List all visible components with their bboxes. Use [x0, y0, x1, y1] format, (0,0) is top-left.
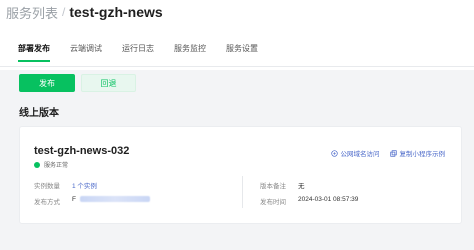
- page-title: test-gzh-news: [69, 4, 163, 20]
- version-card: test-gzh-news-032 服务正常 公网域名访问 复制小程序示例 实例…: [19, 126, 462, 224]
- public-domain-label: 公网域名访问: [340, 151, 380, 158]
- breadcrumb: 服务列表 / test-gzh-news: [6, 2, 474, 22]
- status-text: 服务正常: [44, 163, 69, 169]
- link-icon: [330, 149, 338, 157]
- instances-row: 实例数量 1 个实例: [34, 180, 97, 190]
- tab-cloud-debug[interactable]: 云端调试: [70, 43, 102, 54]
- copy-mini-program-label: 复制小程序示例: [399, 151, 446, 158]
- tab-bar: 部署发布 云端调试 运行日志 服务监控 服务设置: [18, 38, 278, 62]
- tab-deploy[interactable]: 部署发布: [18, 43, 50, 62]
- publish-button[interactable]: 发布: [19, 74, 75, 92]
- copy-icon: [389, 149, 397, 157]
- remark-value: 无: [298, 183, 305, 190]
- status-dot-icon: [34, 161, 40, 168]
- card-divider: [242, 176, 243, 208]
- instances-label: 实例数量: [34, 183, 60, 190]
- tab-logs[interactable]: 运行日志: [122, 43, 154, 54]
- breadcrumb-separator: /: [62, 5, 66, 19]
- rollback-button[interactable]: 回退: [81, 74, 136, 92]
- page: 服务列表 / test-gzh-news 部署发布 云端调试 运行日志 服务监控…: [0, 0, 474, 250]
- remark-label: 版本备注: [260, 183, 286, 190]
- card-links: 公网域名访问 复制小程序示例: [330, 148, 446, 158]
- version-name: test-gzh-news-032: [34, 145, 130, 157]
- time-row: 发布时间 2024-03-01 08:57:39: [260, 196, 358, 206]
- status-badge: 服务正常: [34, 160, 68, 169]
- time-label: 发布时间: [260, 199, 286, 206]
- breadcrumb-parent[interactable]: 服务列表: [6, 3, 58, 22]
- method-label: 发布方式: [34, 199, 60, 206]
- time-value: 2024-03-01 08:57:39: [298, 196, 359, 203]
- tab-divider: [0, 66, 474, 67]
- method-row: 发布方式 F: [34, 196, 150, 206]
- redacted-image-tag: [79, 196, 150, 202]
- tab-settings[interactable]: 服务设置: [226, 43, 258, 54]
- copy-mini-program-link[interactable]: 复制小程序示例: [389, 148, 446, 158]
- instances-value[interactable]: 1 个实例: [72, 180, 97, 190]
- tab-monitor[interactable]: 服务监控: [174, 43, 206, 54]
- public-domain-link[interactable]: 公网域名访问: [330, 148, 380, 158]
- method-value: F: [72, 196, 76, 203]
- section-title-online: 线上版本: [19, 108, 59, 119]
- remark-row: 版本备注 无: [260, 180, 305, 190]
